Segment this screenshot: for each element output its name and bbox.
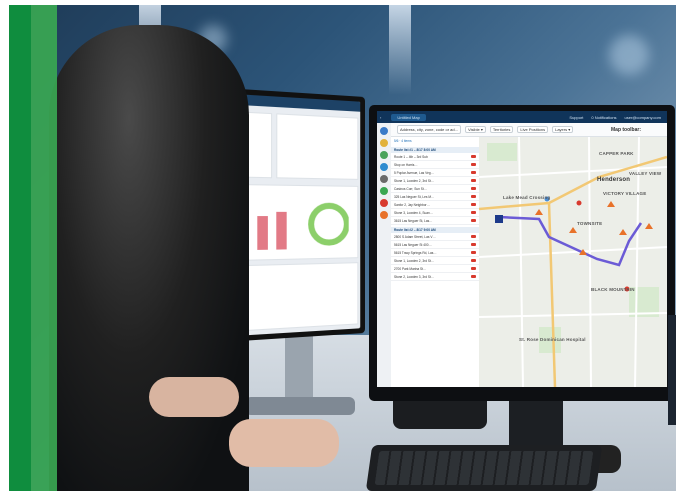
map-label-area: CAPPER PARK: [599, 151, 634, 156]
marker-icon[interactable]: [380, 187, 388, 195]
route-start-marker: [495, 215, 503, 223]
route-list-panel: 5/6 · 4 items Route list #1 – 8/17 8:00 …: [391, 137, 480, 387]
right-hand: [229, 419, 339, 467]
globe-icon[interactable]: [380, 127, 388, 135]
toolbar-chip-live[interactable]: Live Positions: [517, 126, 549, 133]
list-item[interactable]: Stone 1, Lowden 2, 3rd St…: [391, 257, 479, 265]
status-dot: [471, 154, 476, 158]
list-item[interactable]: 325 Las Neguer St, Les M…: [391, 193, 479, 201]
map-tab[interactable]: Untitled Map: [391, 113, 426, 121]
list-filter[interactable]: 5/6 · 4 items: [391, 137, 479, 145]
toolbar-chip-visible[interactable]: Visible ▾: [465, 126, 486, 133]
map-toolbar: Address, city, zone, code or ad... Visib…: [391, 123, 667, 137]
status-dot: [471, 202, 476, 206]
status-dot: [471, 274, 476, 278]
status-dot: [471, 178, 476, 182]
map-title: Map toolbar:: [611, 126, 641, 133]
map-label-area: BLACK MOUNTAIN: [591, 287, 635, 292]
status-dot: [471, 210, 476, 214]
keyboard-keys: [374, 451, 594, 485]
map-label-area: VICTORY VILLAGE: [603, 191, 647, 196]
bokeh-light: [609, 35, 649, 75]
list-item[interactable]: 5615 Las Neguer St 400…: [391, 241, 479, 249]
left-screen-panel: [244, 262, 359, 332]
list-item[interactable]: Sanfor 2, Jay Neighbor…: [391, 201, 479, 209]
list-item[interactable]: Stone 1, Lowden 2, 3rd St…: [391, 177, 479, 185]
list-item-label: 5615 Tracy Springs Rd, Las…: [394, 250, 437, 255]
user-email[interactable]: user@company.com: [625, 115, 661, 120]
list-item-label: 3615 Las Neguer St, Las…: [394, 218, 433, 223]
photo-frame: 5 ‹ Untitled Map Support 0 Notifications…: [9, 5, 676, 491]
route-icon[interactable]: [380, 151, 388, 159]
list-item[interactable]: Stone 2, Lowden 3, 3rd St…: [391, 273, 479, 281]
notifications-link[interactable]: 0 Notifications: [591, 115, 616, 120]
status-dot: [471, 170, 476, 174]
layers-icon[interactable]: [380, 139, 388, 147]
list-item-label: Route 1 – 4th – 3rd Sub: [394, 154, 428, 159]
status-dot: [471, 186, 476, 190]
toolbar-chip-territories[interactable]: Territories: [489, 126, 514, 133]
status-dot: [471, 162, 476, 166]
status-dot: [471, 258, 476, 262]
settings-icon[interactable]: [380, 211, 388, 219]
territory-icon[interactable]: [380, 163, 388, 171]
data-icon[interactable]: [380, 175, 388, 183]
list-item-label: 2700 Park Marina St…: [394, 266, 427, 271]
list-item-label: 5 Poplar Avenue, Las Veg…: [394, 170, 434, 175]
list-item[interactable]: 2700 Park Marina St…: [391, 265, 479, 273]
list-item[interactable]: 5 Poplar Avenue, Las Veg…: [391, 169, 479, 177]
list-item-label: 325 Las Neguer St, Les M…: [394, 194, 435, 199]
list-item[interactable]: Stone 3, Lowden 4, Suan…: [391, 209, 479, 217]
left-monitor-base: [245, 397, 355, 415]
list-item-label: Stone 2, Lowden 3, 3rd St…: [394, 274, 435, 279]
list-item-label: Stone 3, Lowden 4, Suan…: [394, 210, 433, 215]
status-dot: [471, 250, 476, 254]
app-header: ‹ Untitled Map Support 0 Notifications u…: [377, 111, 667, 123]
list-item-label: Casinos Corr, Sun St…: [394, 186, 427, 191]
list-item[interactable]: Route 1 – 4th – 3rd Sub: [391, 153, 479, 161]
map-label-city: Henderson: [597, 177, 631, 183]
list-item-label: 5615 Las Neguer St 400…: [394, 242, 432, 247]
left-hand: [149, 377, 239, 417]
right-monitor: ‹ Untitled Map Support 0 Notifications u…: [369, 105, 675, 401]
map-label-area: TOWNSITE: [577, 221, 603, 226]
right-monitor-screen: ‹ Untitled Map Support 0 Notifications u…: [377, 111, 667, 387]
list-item[interactable]: Stop on Harris…: [391, 161, 479, 169]
map-label-poi: Lake Mead Crossing: [503, 195, 551, 200]
list-item[interactable]: 5615 Tracy Springs Rd, Las…: [391, 249, 479, 257]
map-view[interactable]: CAPPER PARK Henderson VALLEY VIEW VICTOR…: [479, 137, 667, 387]
list-item[interactable]: 3615 Las Neguer St, Las…: [391, 217, 479, 225]
list-item-label: Stone 1, Lowden 2, 3rd St…: [394, 178, 435, 183]
person-silhouette: [49, 25, 249, 491]
list-item-label: Stone 1, Lowden 2, 3rd St…: [394, 258, 435, 263]
status-dot: [471, 218, 476, 222]
left-screen-panel: [276, 113, 359, 180]
map-label-area: VALLEY VIEW: [629, 171, 662, 176]
status-dot: [471, 242, 476, 246]
status-dot: [471, 234, 476, 238]
window-light-beam: [389, 5, 411, 95]
keyboard: [365, 445, 603, 491]
list-item[interactable]: 2800 S Adam Street, Las V…: [391, 233, 479, 241]
list-item-label: Sanfor 2, Jay Neighbor…: [394, 202, 430, 207]
map-label-poi: St. Rose Dominican Hospital: [519, 337, 586, 342]
list-item-label: 2800 S Adam Street, Las V…: [394, 234, 436, 239]
third-monitor-edge: [668, 315, 676, 425]
status-dot: [471, 194, 476, 198]
list-item[interactable]: Casinos Corr, Sun St…: [391, 185, 479, 193]
brand-bar-light: [31, 5, 57, 491]
search-input[interactable]: Address, city, zone, code or ad...: [397, 125, 461, 134]
support-link[interactable]: Support: [569, 115, 583, 120]
toolbar-chip-layers[interactable]: Layers ▾: [552, 126, 574, 133]
brand-bar-dark: [9, 5, 31, 491]
list-item-label: Stop on Harris…: [394, 162, 418, 167]
alert-icon[interactable]: [380, 199, 388, 207]
icon-rail: [377, 123, 392, 387]
left-monitor-stand: [285, 335, 313, 405]
status-dot: [471, 266, 476, 270]
back-icon[interactable]: ‹: [380, 115, 381, 120]
